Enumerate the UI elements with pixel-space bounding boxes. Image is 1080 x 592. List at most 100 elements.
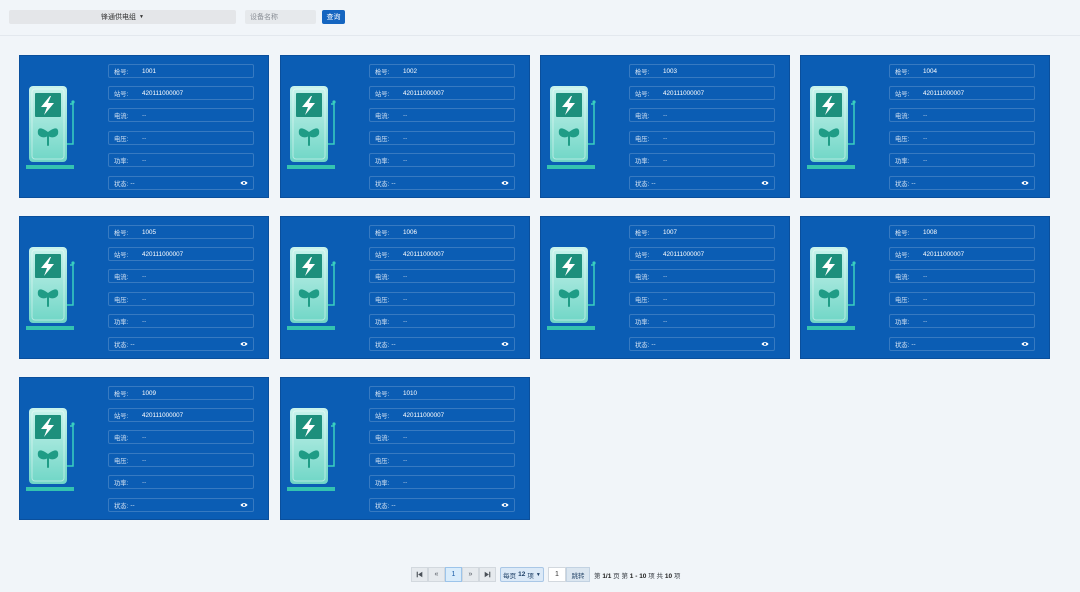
field-status: 状态: -- bbox=[369, 176, 515, 190]
goto-page-input[interactable] bbox=[548, 567, 566, 582]
caret-down-icon: ▼ bbox=[139, 14, 144, 20]
query-button[interactable]: 查询 bbox=[322, 10, 345, 24]
field-gun: 枪号: 1002 bbox=[369, 64, 515, 78]
field-label: 状态: bbox=[114, 180, 129, 188]
field-label: 电压: bbox=[895, 296, 910, 304]
field-label: 电流: bbox=[375, 273, 390, 281]
field-label: 电压: bbox=[114, 296, 129, 304]
field-label: 枪号: bbox=[635, 68, 650, 76]
eye-icon[interactable] bbox=[1021, 341, 1029, 347]
first-page-icon bbox=[416, 571, 423, 578]
charging-station-icon bbox=[26, 247, 75, 330]
page-info: 第 1/1 页 第 1 - 10 项 共 10 项 bbox=[594, 570, 680, 580]
field-value: -- bbox=[403, 156, 408, 164]
field-label: 电压: bbox=[375, 296, 390, 304]
field-value: -- bbox=[142, 456, 147, 464]
device-card[interactable]: 枪号: 1009 站号: 420111000007 电流: -- 电压: -- 功率: -- 状态:… bbox=[19, 377, 269, 520]
eye-icon[interactable] bbox=[501, 341, 509, 347]
field-value: 1006 bbox=[403, 228, 418, 236]
field-label: 状态: bbox=[375, 502, 390, 510]
field-label: 状态: bbox=[895, 341, 910, 349]
field-gun: 枪号: 1008 bbox=[889, 225, 1035, 239]
device-card[interactable]: 枪号: 1010 站号: 420111000007 电流: -- 电压: -- 功率: -- 状态:… bbox=[280, 377, 530, 520]
caret-down-icon: ▼ bbox=[535, 571, 541, 578]
field-label: 电压: bbox=[895, 135, 910, 143]
field-value: -- bbox=[663, 134, 668, 142]
field-value: -- bbox=[142, 433, 147, 441]
field-label: 电流: bbox=[114, 273, 129, 281]
field-label: 功率: bbox=[895, 157, 910, 165]
field-power: 功率: -- bbox=[629, 153, 775, 167]
field-current: 电流: -- bbox=[889, 108, 1035, 122]
field-value: -- bbox=[923, 156, 928, 164]
charger-illustration bbox=[287, 86, 339, 170]
field-value: -- bbox=[403, 295, 408, 303]
field-value: 1004 bbox=[923, 67, 938, 75]
field-value: -- bbox=[403, 111, 408, 119]
field-gun: 枪号: 1007 bbox=[629, 225, 775, 239]
page-info-prefix: 第 bbox=[594, 572, 601, 580]
device-card[interactable]: 枪号: 1004 站号: 420111000007 电流: -- 电压: -- 功率: -- 状态:… bbox=[800, 55, 1050, 198]
field-voltage: 电压: -- bbox=[108, 453, 254, 467]
field-power: 功率: -- bbox=[889, 314, 1035, 328]
last-page-button[interactable] bbox=[479, 567, 496, 582]
toolbar: 锋通供电组 ▼ 查询 bbox=[0, 0, 1080, 36]
eye-icon[interactable] bbox=[761, 180, 769, 186]
charging-station-icon bbox=[287, 247, 336, 330]
field-current: 电流: -- bbox=[629, 269, 775, 283]
device-card[interactable]: 枪号: 1006 站号: 420111000007 电流: -- 电压: -- 功率: -- 状态:… bbox=[280, 216, 530, 359]
field-value: -- bbox=[142, 478, 147, 486]
eye-icon[interactable] bbox=[240, 502, 248, 508]
device-name-input[interactable] bbox=[245, 10, 316, 24]
field-value: -- bbox=[391, 501, 396, 509]
device-card[interactable]: 枪号: 1007 站号: 420111000007 电流: -- 电压: -- 功率: -- 状态:… bbox=[540, 216, 790, 359]
field-value: 1005 bbox=[142, 228, 157, 236]
field-value: -- bbox=[142, 111, 147, 119]
eye-icon[interactable] bbox=[240, 341, 248, 347]
eye-icon[interactable] bbox=[761, 341, 769, 347]
device-card[interactable]: 枪号: 1002 站号: 420111000007 电流: -- 电压: -- 功率: -- 状态:… bbox=[280, 55, 530, 198]
field-value: 1001 bbox=[142, 67, 157, 75]
field-label: 站号: bbox=[635, 90, 650, 98]
field-label: 功率: bbox=[114, 157, 129, 165]
field-gun: 枪号: 1006 bbox=[369, 225, 515, 239]
field-value: -- bbox=[651, 340, 656, 348]
device-card[interactable]: 枪号: 1008 站号: 420111000007 电流: -- 电压: -- 功率: -- 状态:… bbox=[800, 216, 1050, 359]
field-power: 功率: -- bbox=[369, 314, 515, 328]
first-page-button[interactable] bbox=[411, 567, 428, 582]
next-page-button[interactable]: » bbox=[462, 567, 479, 582]
eye-icon[interactable] bbox=[501, 502, 509, 508]
field-gun: 枪号: 1001 bbox=[108, 64, 254, 78]
field-value: -- bbox=[130, 179, 135, 187]
org-select-label: 锋通供电组 bbox=[101, 14, 137, 21]
charging-station-icon bbox=[26, 86, 75, 169]
device-card[interactable]: 枪号: 1001 站号: 420111000007 电流: -- 电压: -- 功率: -- 状态:… bbox=[19, 55, 269, 198]
field-status: 状态: -- bbox=[369, 337, 515, 351]
eye-icon[interactable] bbox=[501, 180, 509, 186]
goto-button[interactable]: 跳转 bbox=[566, 567, 590, 582]
charging-station-icon bbox=[807, 86, 856, 169]
charger-illustration bbox=[287, 408, 339, 492]
field-value: 420111000007 bbox=[142, 89, 184, 97]
charger-illustration bbox=[547, 86, 599, 170]
field-status: 状态: -- bbox=[108, 498, 254, 512]
device-card[interactable]: 枪号: 1003 站号: 420111000007 电流: -- 电压: -- 功率: -- 状态:… bbox=[540, 55, 790, 198]
field-value: -- bbox=[923, 272, 928, 280]
prev-page-button[interactable]: « bbox=[428, 567, 445, 582]
org-select[interactable]: 锋通供电组 ▼ bbox=[9, 10, 236, 24]
per-page-select[interactable]: 每页 12 项 ▼ bbox=[500, 567, 544, 582]
field-label: 电流: bbox=[375, 434, 390, 442]
field-value: -- bbox=[911, 340, 916, 348]
field-station: 站号: 420111000007 bbox=[369, 247, 515, 261]
field-value: -- bbox=[403, 317, 408, 325]
field-value: -- bbox=[923, 317, 928, 325]
field-label: 电压: bbox=[375, 135, 390, 143]
field-value: 420111000007 bbox=[403, 89, 445, 97]
field-label: 电流: bbox=[635, 273, 650, 281]
field-label: 枪号: bbox=[635, 229, 650, 237]
eye-icon[interactable] bbox=[1021, 180, 1029, 186]
page-1-button[interactable]: 1 bbox=[445, 567, 462, 582]
device-card[interactable]: 枪号: 1005 站号: 420111000007 电流: -- 电压: -- 功率: -- 状态:… bbox=[19, 216, 269, 359]
field-label: 枪号: bbox=[375, 68, 390, 76]
eye-icon[interactable] bbox=[240, 180, 248, 186]
